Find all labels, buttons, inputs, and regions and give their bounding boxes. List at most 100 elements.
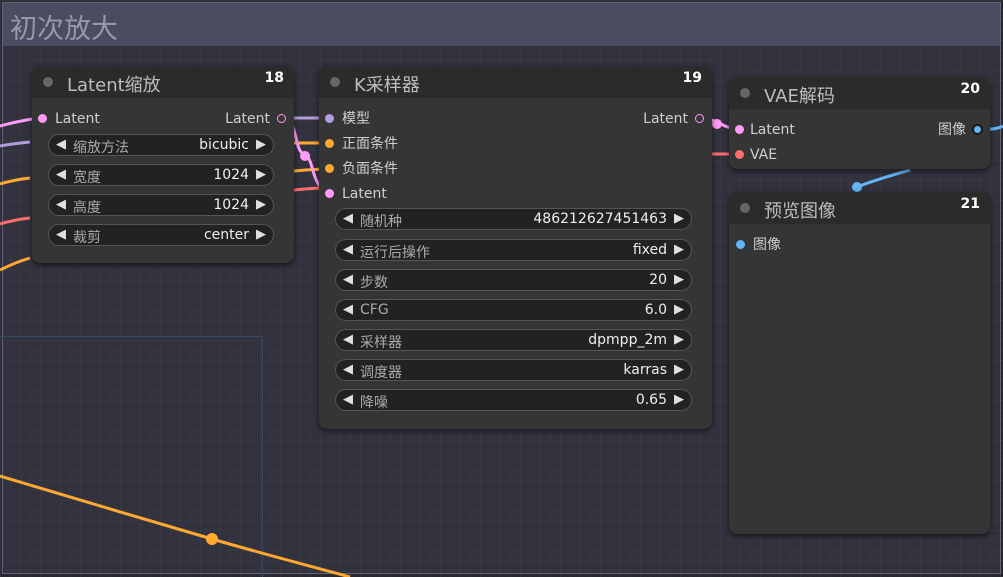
- increment-arrow-icon[interactable]: ▶: [674, 332, 684, 347]
- increment-arrow-icon[interactable]: ▶: [674, 272, 684, 287]
- node-ksampler[interactable]: K采样器 19 模型 正面条件 负面条件 Latent Latent ◀ 随机种…: [319, 66, 712, 429]
- node-id: 21: [960, 196, 980, 212]
- widget-sampler[interactable]: ◀ 采样器 dpmpp_2m ▶: [335, 329, 692, 351]
- increment-arrow-icon[interactable]: ▶: [256, 137, 266, 152]
- widget-upscale-method[interactable]: ◀ 缩放方法 bicubic ▶: [48, 134, 274, 156]
- input-slot-model-icon[interactable]: [325, 114, 334, 123]
- input-slot-image-icon[interactable]: [736, 240, 745, 249]
- node-vae-decode[interactable]: VAE解码 20 Latent VAE 图像: [729, 77, 990, 169]
- widget-label: 步数: [360, 275, 388, 291]
- widget-value: 1024: [213, 167, 249, 183]
- widget-height[interactable]: ◀ 高度 1024 ▶: [48, 194, 274, 216]
- widget-value: 20: [649, 272, 667, 288]
- input-label-latent: Latent: [55, 111, 100, 127]
- widget-cfg[interactable]: ◀ CFG 6.0 ▶: [335, 299, 692, 321]
- widget-value: 486212627451463: [533, 211, 667, 227]
- decrement-arrow-icon[interactable]: ◀: [343, 302, 353, 317]
- widget-denoise[interactable]: ◀ 降噪 0.65 ▶: [335, 389, 692, 411]
- node-id: 20: [960, 81, 980, 97]
- increment-arrow-icon[interactable]: ▶: [674, 392, 684, 407]
- wire-cond-in-2: [0, 256, 31, 272]
- input-slot-latent-icon[interactable]: [735, 125, 744, 134]
- decrement-arrow-icon[interactable]: ◀: [56, 167, 66, 182]
- input-slot-vae-icon[interactable]: [735, 150, 744, 159]
- widget-label: 缩放方法: [73, 140, 129, 156]
- output-slot-image-icon[interactable]: [972, 124, 983, 135]
- widget-steps[interactable]: ◀ 步数 20 ▶: [335, 269, 692, 291]
- widget-value: 1024: [213, 197, 249, 213]
- widget-scheduler[interactable]: ◀ 调度器 karras ▶: [335, 359, 692, 381]
- wire-cond-in-1: [0, 176, 31, 186]
- widget-value: karras: [623, 362, 667, 378]
- input-slot-latent-icon[interactable]: [38, 114, 47, 123]
- increment-arrow-icon[interactable]: ▶: [256, 167, 266, 182]
- node-id: 18: [264, 70, 284, 86]
- input-slot-latent-icon[interactable]: [325, 189, 334, 198]
- decrement-arrow-icon[interactable]: ◀: [343, 332, 353, 347]
- node-latent-upscale[interactable]: Latent缩放 18 Latent Latent ◀ 缩放方法 bicubic…: [32, 66, 294, 263]
- node-title: VAE解码: [764, 86, 835, 107]
- increment-arrow-icon[interactable]: ▶: [674, 211, 684, 226]
- collapse-dot-icon[interactable]: [43, 77, 53, 87]
- widget-seed[interactable]: ◀ 随机种 486212627451463 ▶: [335, 208, 692, 230]
- node-title: 预览图像: [764, 201, 836, 222]
- input-slot-negative-icon[interactable]: [325, 164, 334, 173]
- widget-value: bicubic: [199, 137, 249, 153]
- widget-value: fixed: [632, 242, 667, 258]
- input-label-latent: Latent: [342, 186, 387, 202]
- input-label-negative: 负面条件: [342, 161, 398, 177]
- widget-value: 6.0: [644, 302, 667, 318]
- widget-label: 裁剪: [73, 230, 101, 246]
- node-header[interactable]: 预览图像 21: [729, 192, 990, 224]
- decrement-arrow-icon[interactable]: ◀: [56, 137, 66, 152]
- widget-value: dpmpp_2m: [588, 332, 667, 348]
- widget-label: 随机种: [360, 214, 402, 230]
- reroute-dot-3: [852, 182, 862, 192]
- widget-width[interactable]: ◀ 宽度 1024 ▶: [48, 164, 274, 186]
- widget-label: 调度器: [360, 365, 402, 381]
- widget-label: 高度: [73, 200, 101, 216]
- widget-crop[interactable]: ◀ 裁剪 center ▶: [48, 224, 274, 246]
- decrement-arrow-icon[interactable]: ◀: [343, 392, 353, 407]
- decrement-arrow-icon[interactable]: ◀: [343, 211, 353, 226]
- collapse-dot-icon[interactable]: [740, 203, 750, 213]
- increment-arrow-icon[interactable]: ▶: [674, 302, 684, 317]
- widget-label: 降噪: [360, 395, 388, 411]
- reroute-dot-2: [712, 119, 722, 129]
- decrement-arrow-icon[interactable]: ◀: [343, 272, 353, 287]
- wire-image-20-21: [856, 168, 911, 189]
- input-label-latent: Latent: [750, 122, 795, 138]
- wire-model-in: [0, 140, 31, 148]
- widget-label: 运行后操作: [360, 245, 430, 261]
- increment-arrow-icon[interactable]: ▶: [674, 362, 684, 377]
- widget-value: center: [203, 227, 249, 243]
- output-slot-latent-icon[interactable]: [277, 114, 286, 123]
- node-title: K采样器: [354, 75, 420, 96]
- decrement-arrow-icon[interactable]: ◀: [56, 227, 66, 242]
- increment-arrow-icon[interactable]: ▶: [674, 242, 684, 257]
- widget-value: 0.65: [635, 392, 667, 408]
- increment-arrow-icon[interactable]: ▶: [256, 197, 266, 212]
- collapse-dot-icon[interactable]: [330, 77, 340, 87]
- input-slot-positive-icon[interactable]: [325, 139, 334, 148]
- widget-control-after-generate[interactable]: ◀ 运行后操作 fixed ▶: [335, 239, 692, 261]
- node-header[interactable]: VAE解码 20: [729, 77, 990, 109]
- output-label-latent: Latent: [225, 111, 270, 127]
- node-header[interactable]: K采样器 19: [319, 66, 712, 98]
- increment-arrow-icon[interactable]: ▶: [256, 227, 266, 242]
- output-label-latent: Latent: [643, 111, 688, 127]
- decrement-arrow-icon[interactable]: ◀: [343, 242, 353, 257]
- wire-vae-in: [0, 216, 31, 226]
- decrement-arrow-icon[interactable]: ◀: [56, 197, 66, 212]
- output-slot-latent-icon[interactable]: [695, 114, 704, 123]
- output-label-image: 图像: [938, 122, 966, 138]
- node-header[interactable]: Latent缩放 18: [32, 66, 294, 98]
- reroute-dot-4: [206, 533, 218, 545]
- collapse-dot-icon[interactable]: [740, 88, 750, 98]
- node-preview-image[interactable]: 预览图像 21 图像: [729, 192, 990, 534]
- input-label-image: 图像: [753, 237, 781, 253]
- widget-label: CFG: [360, 302, 389, 318]
- input-label-positive: 正面条件: [342, 136, 398, 152]
- widget-label: 采样器: [360, 335, 402, 351]
- decrement-arrow-icon[interactable]: ◀: [343, 362, 353, 377]
